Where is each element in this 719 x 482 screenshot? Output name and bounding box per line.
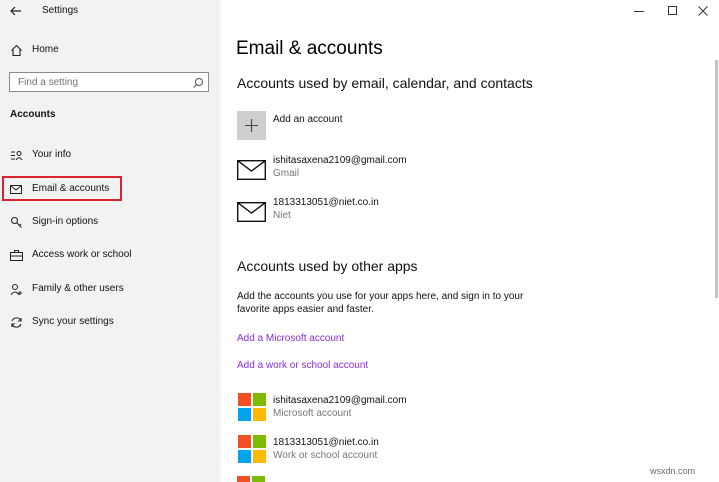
page-title: Email & accounts: [236, 38, 383, 59]
app-title: Settings: [42, 5, 79, 16]
account-type: Microsoft account: [273, 408, 352, 419]
search-input[interactable]: [10, 73, 196, 91]
scrollbar-thumb[interactable]: [715, 60, 718, 298]
microsoft-logo-icon: [237, 434, 266, 463]
search-icon[interactable]: [192, 76, 204, 88]
minimize-icon[interactable]: [627, 3, 651, 19]
sidebar-item-label: Family & other users: [32, 283, 124, 294]
plus-icon: [237, 111, 266, 140]
sidebar-item-label: Sync your settings: [32, 316, 114, 327]
account-email: ishitasaxena2109@gmail.com: [273, 395, 407, 406]
sidebar-item-access-work[interactable]: Access work or school: [0, 243, 221, 267]
mail-icon: [237, 155, 266, 184]
add-microsoft-account-link[interactable]: Add a Microsoft account: [237, 333, 344, 344]
sidebar: Settings Home Accounts Your info Email &…: [0, 0, 221, 482]
sidebar-item-sync[interactable]: Sync your settings: [0, 310, 221, 334]
person-card-icon: [9, 148, 23, 162]
sidebar-item-label: Home: [32, 44, 59, 55]
mail-icon: [237, 197, 266, 226]
back-arrow-icon[interactable]: [8, 3, 24, 19]
close-icon[interactable]: [691, 3, 715, 19]
sync-icon: [9, 315, 23, 329]
add-account-label: Add an account: [273, 114, 343, 125]
maximize-icon[interactable]: [661, 3, 685, 19]
sidebar-item-label: Sign-in options: [32, 216, 99, 227]
sidebar-item-family[interactable]: Family & other users: [0, 277, 221, 301]
sidebar-item-your-info[interactable]: Your info: [0, 143, 221, 167]
account-type: Niet: [273, 210, 291, 221]
account-email: 1813313051@niet.co.in: [273, 437, 379, 448]
key-icon: [9, 215, 23, 229]
watermark: wsxdn.com: [650, 466, 696, 476]
section-label: Accounts: [10, 109, 56, 120]
sidebar-item-sign-in-options[interactable]: Sign-in options: [0, 210, 221, 234]
account-item[interactable]: ishitasaxena2109@gmail.com Gmail: [237, 155, 597, 187]
email-section-heading: Accounts used by email, calendar, and co…: [237, 75, 533, 91]
account-item[interactable]: 1813313051@niet.co.in Work or school acc…: [237, 434, 597, 466]
add-work-school-account-link[interactable]: Add a work or school account: [237, 360, 368, 371]
person-add-icon: [9, 282, 23, 296]
sidebar-item-label: Access work or school: [32, 249, 132, 260]
account-item[interactable]: ishitasaxena2109@gmail.com Microsoft acc…: [237, 392, 597, 424]
search-box[interactable]: [9, 72, 209, 92]
sidebar-item-home[interactable]: Home: [0, 38, 221, 62]
sidebar-item-label: Your info: [32, 149, 72, 160]
microsoft-logo-icon: [237, 392, 266, 421]
briefcase-icon: [9, 248, 23, 262]
account-type: Gmail: [273, 168, 300, 179]
apps-section-heading: Accounts used by other apps: [237, 258, 418, 274]
account-email: 1813313051@niet.co.in: [273, 197, 379, 208]
account-type: Work or school account: [273, 450, 378, 461]
add-account-button[interactable]: Add an account: [237, 111, 597, 143]
selection-highlight: [2, 176, 122, 201]
apps-section-description: Add the accounts you use for your apps h…: [237, 291, 524, 315]
home-icon: [9, 43, 23, 57]
microsoft-logo-icon: [237, 476, 266, 482]
account-email: ishitasaxena2109@gmail.com: [273, 155, 407, 166]
account-item[interactable]: 1813313051@niet.co.in Niet: [237, 197, 597, 229]
